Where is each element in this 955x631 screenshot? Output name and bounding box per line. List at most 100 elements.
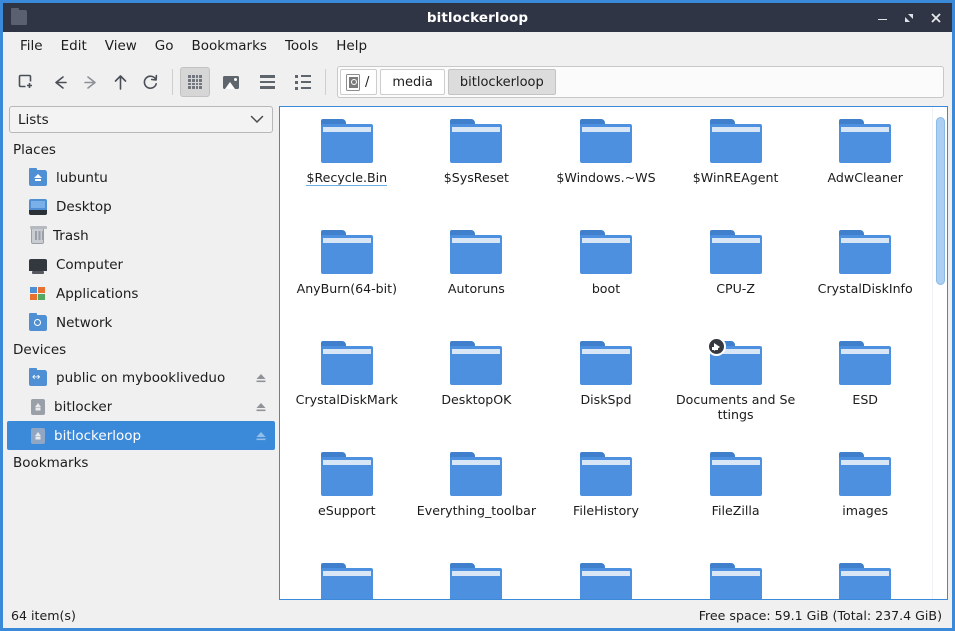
folder-icon [450, 230, 503, 274]
window-title: bitlockerloop [426, 9, 529, 26]
folder-icon [839, 119, 892, 163]
sidebar-item-lubuntu[interactable]: lubuntu [7, 163, 275, 192]
eject-icon[interactable] [255, 430, 267, 442]
file-item-label: $WinREAgent [692, 170, 779, 185]
menu-bookmarks[interactable]: Bookmarks [183, 35, 276, 57]
file-item[interactable] [412, 559, 542, 599]
folder-icon [579, 452, 632, 496]
sidebar-item-bitlocker[interactable]: bitlocker [7, 392, 275, 421]
file-item-label: Everything_toolbar [416, 503, 536, 518]
file-item[interactable]: FileZilla [671, 448, 801, 559]
vertical-scrollbar[interactable] [932, 107, 947, 599]
scrollbar-thumb[interactable] [936, 117, 945, 285]
sidebar-item-network[interactable]: Network [7, 308, 275, 337]
file-item[interactable]: $SysReset [412, 115, 542, 226]
grid-dots-icon [188, 75, 202, 89]
view-detailed-button[interactable] [288, 67, 318, 97]
breadcrumb-item-media[interactable]: media [380, 69, 445, 95]
sidebar-item-desktop[interactable]: Desktop [7, 192, 275, 221]
breadcrumb-root[interactable]: / [340, 69, 378, 95]
computer-icon [29, 258, 47, 274]
sidebar-item-public-on-mybookliveduo[interactable]: public on mybookliveduo [7, 363, 275, 392]
menu-view[interactable]: View [96, 35, 146, 57]
network-icon [29, 312, 47, 331]
new-tab-button[interactable] [11, 67, 41, 97]
folder-icon [320, 563, 373, 599]
file-item[interactable]: FileHistory [541, 448, 671, 559]
status-item-count: 64 item(s) [11, 607, 76, 623]
lists-dropdown[interactable]: Lists [9, 106, 273, 133]
sidebar-heading-devices: Devices [13, 342, 67, 358]
sidebar-item-trash[interactable]: Trash [7, 221, 275, 250]
network-share-icon [29, 367, 47, 386]
menu-help[interactable]: Help [327, 35, 376, 57]
folder-icon [320, 452, 373, 496]
sidebar-heading-places: Places [13, 142, 56, 158]
sidebar-item-label: bitlocker [54, 398, 113, 415]
file-item[interactable]: AdwCleaner [800, 115, 930, 226]
file-item[interactable]: boot [541, 226, 671, 337]
file-item[interactable]: CrystalDiskInfo [800, 226, 930, 337]
toolbar: / media bitlockerloop [3, 60, 952, 104]
file-item[interactable] [541, 559, 671, 599]
folder-icon [320, 230, 373, 274]
file-item[interactable]: CPU-Z [671, 226, 801, 337]
file-item-label: $SysReset [443, 170, 509, 185]
breadcrumb-root-label: / [365, 74, 370, 90]
menu-file[interactable]: File [11, 35, 52, 57]
file-item[interactable]: Everything_toolbar [412, 448, 542, 559]
breadcrumb: / media bitlockerloop [337, 66, 944, 98]
view-thumbnail-button[interactable] [216, 67, 246, 97]
file-item[interactable]: $WinREAgent [671, 115, 801, 226]
drive-icon [31, 427, 45, 444]
file-item[interactable]: AnyBurn(64-bit) [282, 226, 412, 337]
file-item[interactable]: Autoruns [412, 226, 542, 337]
file-item-label: $Recycle.Bin [306, 170, 388, 186]
file-item[interactable] [671, 559, 801, 599]
minimize-button[interactable] [875, 11, 889, 25]
window-controls [875, 11, 952, 25]
status-free-space: Free space: 59.1 GiB (Total: 237.4 GiB) [698, 607, 942, 623]
view-compact-button[interactable] [252, 67, 282, 97]
menu-go[interactable]: Go [146, 35, 183, 57]
menu-tools[interactable]: Tools [276, 35, 327, 57]
eject-icon[interactable] [255, 372, 267, 384]
folder-icon [579, 563, 632, 599]
file-item[interactable]: eSupport [282, 448, 412, 559]
sidebar-item-label: Desktop [56, 198, 112, 215]
restore-button[interactable] [902, 11, 916, 25]
file-item[interactable]: ESD [800, 337, 930, 448]
reload-button[interactable] [135, 67, 165, 97]
close-button[interactable] [929, 11, 943, 25]
folder-icon [579, 341, 632, 385]
file-item-label: DiskSpd [580, 392, 632, 407]
folder-icon [709, 563, 762, 599]
file-item[interactable]: Documents and Settings [671, 337, 801, 448]
file-view[interactable]: $Recycle.Bin $SysReset $Windows.~WS $WinREA… [279, 106, 948, 600]
file-item[interactable]: images [800, 448, 930, 559]
view-icon-button[interactable] [180, 67, 210, 97]
file-item-label: AdwCleaner [827, 170, 903, 185]
sidebar-list: Places lubuntu Desktop Trash Computer Ap… [7, 137, 275, 602]
file-item[interactable] [282, 559, 412, 599]
file-item[interactable]: DesktopOK [412, 337, 542, 448]
folder-icon [709, 119, 762, 163]
eject-icon[interactable] [255, 401, 267, 413]
back-button[interactable] [45, 67, 75, 97]
menu-edit[interactable]: Edit [52, 35, 96, 57]
file-item[interactable] [800, 559, 930, 599]
up-button[interactable] [105, 67, 135, 97]
file-item[interactable]: CrystalDiskMark [282, 337, 412, 448]
sidebar-item-applications[interactable]: Applications [7, 279, 275, 308]
file-item[interactable]: $Windows.~WS [541, 115, 671, 226]
folder-icon [450, 563, 503, 599]
file-item-label: FileHistory [573, 503, 639, 518]
sidebar-item-bitlockerloop[interactable]: bitlockerloop [7, 421, 275, 450]
file-item[interactable]: $Recycle.Bin [282, 115, 412, 226]
sidebar-item-computer[interactable]: Computer [7, 250, 275, 279]
file-item[interactable]: DiskSpd [541, 337, 671, 448]
back-arrow-icon [54, 75, 67, 89]
forward-button[interactable] [75, 67, 105, 97]
chevron-down-icon [250, 112, 264, 128]
breadcrumb-item-bitlockerloop[interactable]: bitlockerloop [447, 69, 556, 95]
